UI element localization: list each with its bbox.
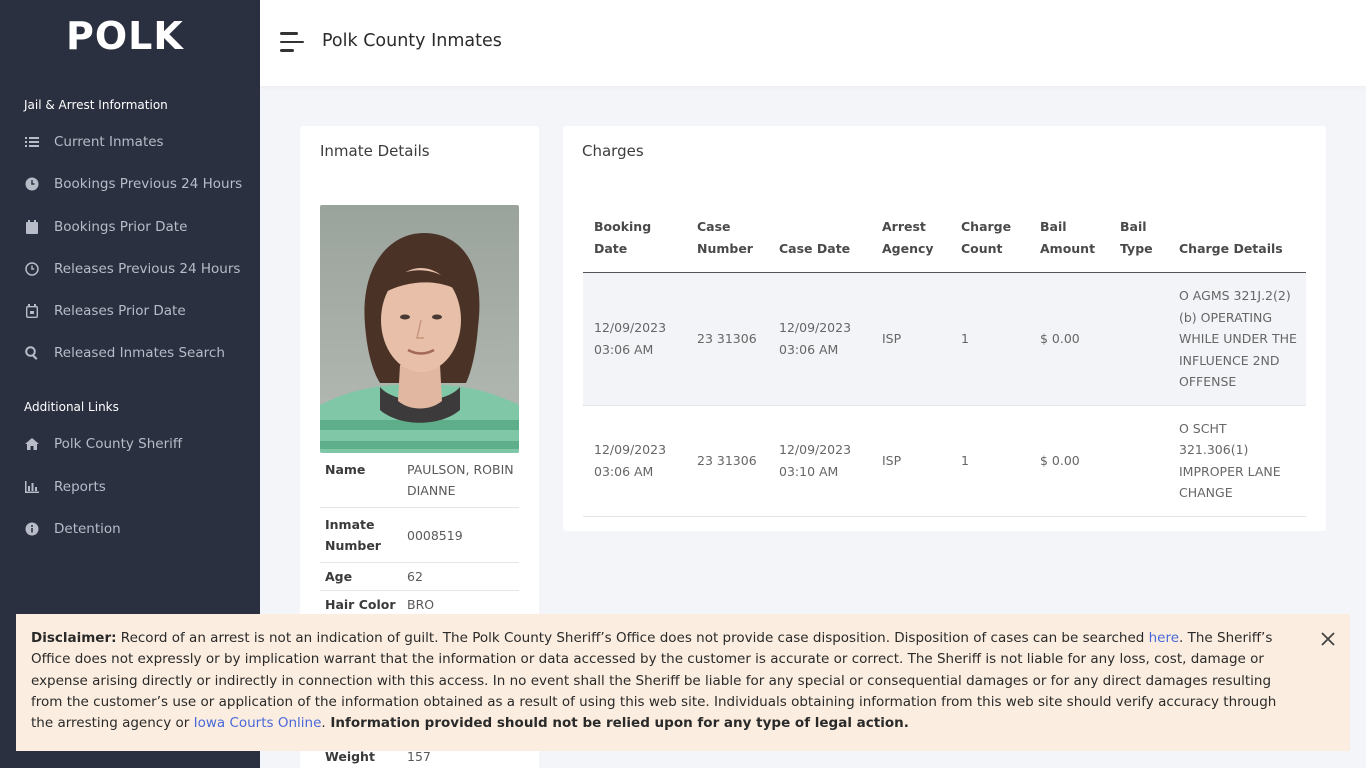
disclaimer-link-here[interactable]: here: [1149, 630, 1179, 646]
polk-logo[interactable]: POLK: [66, 16, 194, 56]
sidebar-item-label: Bookings Previous 24 Hours: [54, 176, 243, 192]
charges-table: Booking Date Case Number Case Date Arres…: [583, 216, 1306, 517]
sidebar-item-current-inmates[interactable]: Current Inmates: [24, 130, 164, 154]
close-icon[interactable]: [1320, 631, 1336, 647]
detail-label: Hair Color: [325, 597, 396, 612]
cell-case-number: 23 31306: [686, 405, 768, 517]
detail-row-inmate-number: Inmate Number 0008519: [320, 508, 519, 563]
table-row: 12/09/2023 03:06 AM 23 31306 12/09/2023 …: [583, 272, 1306, 406]
detail-label: Age: [325, 569, 353, 584]
clock-icon: [24, 176, 40, 192]
cell-bail-amount: $ 0.00: [1029, 405, 1109, 517]
sidebar-item-releases-prior[interactable]: Releases Prior Date: [24, 299, 186, 323]
sidebar-item-detention[interactable]: Detention: [24, 517, 121, 541]
top-header: Polk County Inmates: [260, 0, 1366, 86]
bar-chart-icon: [24, 479, 40, 495]
charges-card: Charges Booking Date Case Number Case Da…: [563, 126, 1326, 531]
cell-bail-type: [1109, 405, 1168, 517]
detail-label: Inmate Number: [325, 517, 381, 553]
detail-value: PAULSON, ROBIN DIANNE: [407, 462, 514, 498]
disclaimer-link-iowa-courts[interactable]: Iowa Courts Online: [194, 715, 322, 731]
detail-row-name: Name PAULSON, ROBIN DIANNE: [320, 453, 519, 508]
list-icon: [24, 134, 40, 150]
section-jail-arrest: Jail & Arrest Information: [24, 98, 168, 112]
sidebar-item-bookings-24h[interactable]: Bookings Previous 24 Hours: [24, 172, 242, 196]
hamburger-menu-icon[interactable]: [280, 32, 304, 52]
sidebar-item-label: Reports: [54, 479, 106, 495]
col-bail-amount: Bail Amount: [1029, 216, 1109, 273]
cell-arrest-agency: ISP: [871, 405, 950, 517]
col-case-number: Case Number: [686, 216, 768, 273]
charges-title: Charges: [582, 142, 644, 160]
inmate-photo: [320, 205, 519, 453]
cell-charge-count: 1: [950, 272, 1029, 406]
calendar-icon: [24, 219, 40, 235]
sidebar-item-reports[interactable]: Reports: [24, 475, 106, 499]
detail-value: 62: [407, 569, 423, 584]
cell-charge-count: 1: [950, 405, 1029, 517]
col-charge-details: Charge Details: [1168, 216, 1306, 273]
col-booking-date: Booking Date: [583, 216, 686, 273]
sidebar-item-label: Detention: [54, 521, 121, 537]
sidebar-item-label: Released Inmates Search: [54, 345, 225, 361]
page-title: Polk County Inmates: [322, 31, 502, 51]
section-additional-links: Additional Links: [24, 400, 119, 414]
sidebar-item-releases-24h[interactable]: Releases Previous 24 Hours: [24, 257, 240, 281]
charges-header-row: Booking Date Case Number Case Date Arres…: [583, 216, 1306, 273]
info-icon: [24, 521, 40, 537]
sidebar-item-polk-sheriff[interactable]: Polk County Sheriff: [24, 432, 182, 456]
cell-booking-date: 12/09/2023 03:06 AM: [583, 405, 686, 517]
col-case-date: Case Date: [768, 216, 871, 273]
detail-value: BRO: [407, 597, 435, 612]
col-charge-count: Charge Count: [950, 216, 1029, 273]
logo-text: POLK: [66, 14, 184, 58]
table-row: 12/09/2023 03:06 AM 23 31306 12/09/2023 …: [583, 405, 1306, 517]
sidebar-item-bookings-prior[interactable]: Bookings Prior Date: [24, 215, 187, 239]
disclaimer-bold-end: Information provided should not be relie…: [325, 715, 909, 732]
disclaimer-banner: Disclaimer: Record of an arrest is not a…: [16, 614, 1350, 751]
cell-charge-details: O SCHT 321.306(1) IMPROPER LANE CHANGE: [1168, 405, 1306, 517]
detail-row-age: Age 62: [320, 563, 519, 591]
sidebar-item-label: Bookings Prior Date: [54, 219, 188, 235]
search-icon: [24, 345, 40, 361]
cell-case-date: 12/09/2023 03:10 AM: [768, 405, 871, 517]
calendar-outline-icon: [24, 303, 40, 319]
detail-label: Name: [325, 462, 366, 477]
sidebar-item-label: Current Inmates: [54, 134, 164, 150]
cell-arrest-agency: ISP: [871, 272, 950, 406]
inmate-details-title: Inmate Details: [320, 142, 430, 160]
sidebar-item-label: Releases Previous 24 Hours: [54, 261, 241, 277]
home-icon: [24, 436, 40, 452]
sidebar-item-label: Releases Prior Date: [54, 303, 186, 319]
sidebar-item-label: Polk County Sheriff: [54, 436, 183, 452]
clock-outline-icon: [24, 261, 40, 277]
col-arrest-agency: Arrest Agency: [871, 216, 950, 273]
cell-bail-type: [1109, 272, 1168, 406]
disclaimer-text-1: Record of an arrest is not an indication…: [116, 630, 1149, 646]
cell-case-date: 12/09/2023 03:06 AM: [768, 272, 871, 406]
disclaimer-label: Disclaimer:: [31, 630, 117, 646]
cell-bail-amount: $ 0.00: [1029, 272, 1109, 406]
sidebar-item-released-search[interactable]: Released Inmates Search: [24, 341, 225, 365]
cell-charge-details: O AGMS 321J.2(2)(b) OPERATING WHILE UNDE…: [1168, 272, 1306, 406]
cell-case-number: 23 31306: [686, 272, 768, 406]
cell-booking-date: 12/09/2023 03:06 AM: [583, 272, 686, 406]
detail-value: 0008519: [407, 527, 463, 543]
col-bail-type: Bail Type: [1109, 216, 1168, 273]
